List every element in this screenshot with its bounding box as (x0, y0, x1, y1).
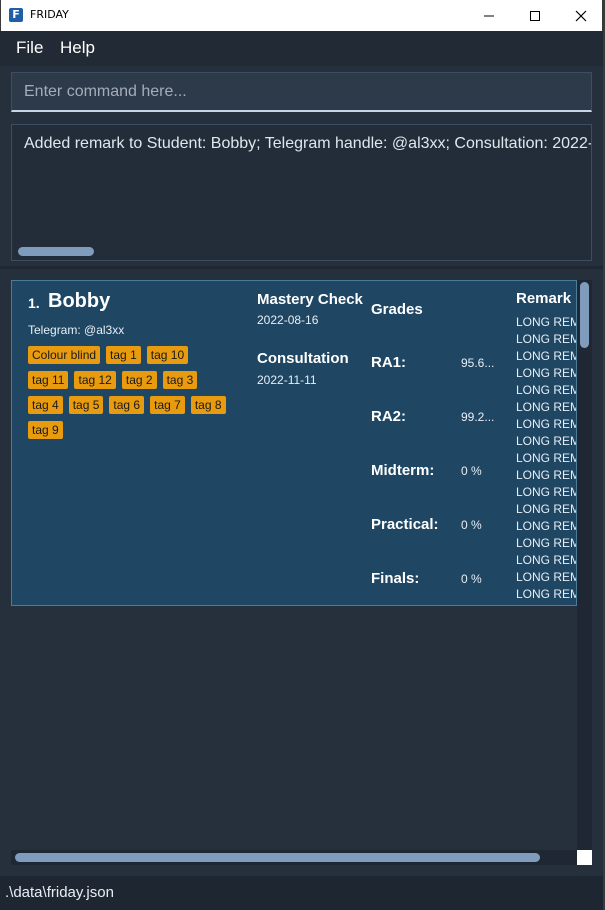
grade-ra1-value: 95.6... (461, 356, 495, 370)
grade-ra2-value: 99.2... (461, 410, 495, 424)
remark-label: Remark (516, 290, 572, 307)
tag: tag 10 (146, 346, 189, 364)
result-horizontal-scrollbar[interactable] (18, 247, 94, 256)
list-vertical-scroll-track[interactable] (577, 280, 592, 850)
close-icon (575, 10, 587, 21)
consultation-label: Consultation (257, 350, 349, 367)
remark-line: LONG REM (516, 417, 577, 431)
tag: tag 8 (190, 396, 226, 414)
save-location: .\data\friday.json (5, 884, 114, 901)
close-button[interactable] (558, 0, 604, 31)
app-logo-icon: F (9, 8, 23, 22)
grade-finals-label: Finals: (371, 570, 420, 587)
tag: tag 9 (28, 421, 63, 439)
remark-line: LONG REM (516, 315, 577, 329)
minimize-button[interactable] (466, 0, 512, 31)
title-bar: F FRIDAY (0, 0, 603, 31)
grade-midterm-value: 0 % (461, 464, 482, 478)
student-telegram: Telegram: @al3xx (28, 323, 125, 337)
menu-bar: File Help (0, 31, 603, 66)
remark-line: LONG REM (516, 383, 577, 397)
result-text: Added remark to Student: Bobby; Telegram… (24, 135, 592, 152)
list-vertical-scrollbar[interactable] (580, 282, 589, 348)
list-horizontal-scrollbar[interactable] (15, 853, 540, 862)
remark-line: LONG REM (516, 366, 577, 380)
tag-list: Colour blind tag 1 tag 10 tag 11 tag 12 tag 2… (28, 344, 238, 444)
remark-line: LONG REM (516, 451, 577, 465)
tag: tag 6 (109, 396, 145, 414)
mastery-check-label: Mastery Check (257, 291, 363, 308)
grade-ra1-label: RA1: (371, 354, 407, 371)
tag: tag 12 (74, 371, 116, 389)
grades-label: Grades (371, 301, 423, 318)
command-input[interactable] (12, 73, 591, 110)
maximize-icon (530, 10, 540, 21)
tag: tag 7 (150, 396, 185, 414)
student-index: 1. (28, 295, 40, 311)
remark-line: LONG REM (516, 502, 577, 516)
minimize-icon (484, 15, 494, 16)
remark-line: LONG REM (516, 434, 577, 448)
tag: tag 4 (28, 396, 63, 414)
tag: tag 3 (162, 371, 198, 389)
student-card[interactable]: 1. Bobby Telegram: @al3xx Colour blind ta… (11, 280, 577, 606)
mastery-check-date: 2022-08-16 (257, 313, 319, 327)
maximize-button[interactable] (512, 0, 558, 31)
consultation-date: 2022-11-11 (257, 373, 317, 387)
remark-line: LONG REM (516, 468, 577, 482)
result-display: Added remark to Student: Bobby; Telegram… (11, 124, 592, 261)
menu-file[interactable]: File (16, 38, 43, 58)
tag: tag 5 (68, 396, 104, 414)
scroll-corner (577, 850, 592, 865)
remark-line: LONG REM (516, 536, 577, 550)
remark-line: LONG REM (516, 570, 577, 584)
grade-finals-value: 0 % (461, 572, 482, 586)
window-title: FRIDAY (30, 8, 69, 21)
tag: tag 11 (28, 371, 69, 389)
student-list-panel: 1. Bobby Telegram: @al3xx Colour blind ta… (0, 269, 603, 876)
grade-practical-value: 0 % (461, 518, 482, 532)
remark-line: LONG REM (516, 587, 577, 601)
tag: Colour blind (28, 346, 101, 364)
student-name: Bobby (48, 290, 111, 312)
grade-practical-label: Practical: (371, 516, 439, 533)
remark-line: LONG REM (516, 553, 577, 567)
command-box (11, 72, 592, 112)
remark-text: LONG REM LONG REM LONG REM LONG REM LONG… (516, 314, 577, 603)
remark-line: LONG REM (516, 485, 577, 499)
grade-midterm-label: Midterm: (371, 462, 435, 479)
menu-help[interactable]: Help (60, 38, 95, 58)
tag: tag 1 (106, 346, 141, 364)
tag: tag 2 (121, 371, 157, 389)
status-bar: .\data\friday.json (0, 876, 603, 910)
grade-ra2-label: RA2: (371, 408, 407, 425)
remark-line: LONG REM (516, 519, 577, 533)
remark-line: LONG REM (516, 332, 577, 346)
remark-line: LONG REM (516, 349, 577, 363)
remark-line: LONG REM (516, 400, 577, 414)
